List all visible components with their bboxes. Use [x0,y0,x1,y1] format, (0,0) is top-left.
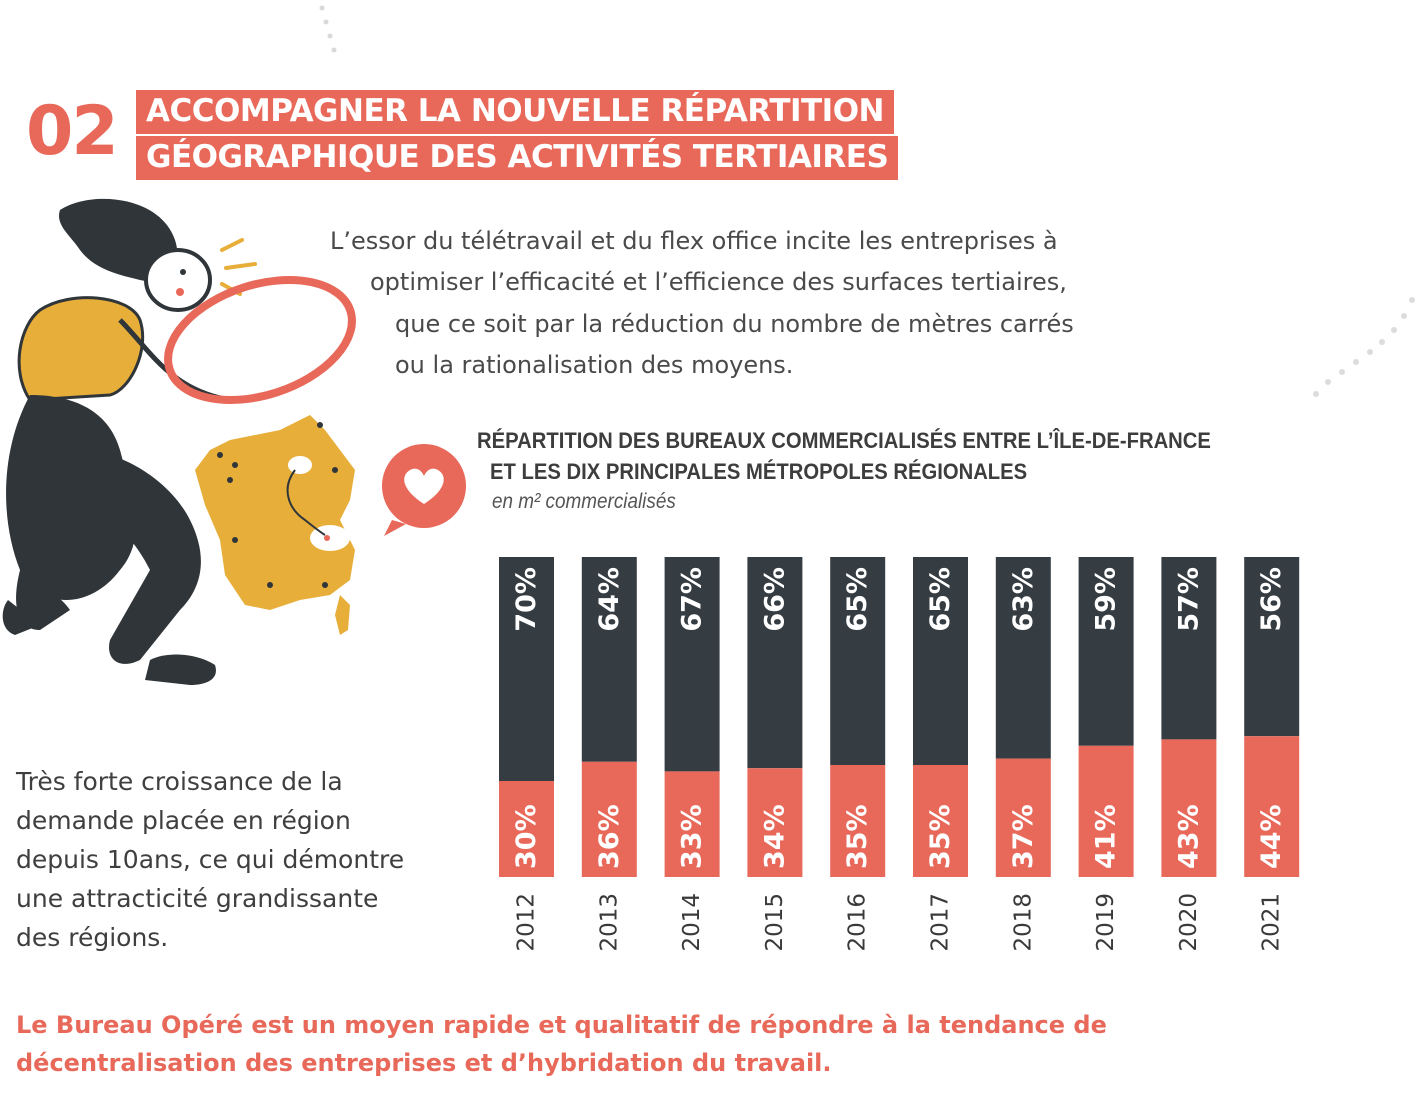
data-label-upper: 66% [759,567,790,632]
data-label-lower: 34% [759,804,790,869]
x-tick-label: 2019 [1093,893,1119,952]
footer-line: Le Bureau Opéré est un moyen rapide et q… [16,1011,1107,1039]
x-tick-label: 2021 [1259,893,1285,952]
data-label-lower: 30% [511,804,542,869]
data-label-lower: 33% [677,804,708,869]
data-label-upper: 65% [925,567,956,632]
data-label-lower: 35% [925,804,956,869]
data-label-lower: 41% [1091,804,1122,869]
side-text-line: Très forte croissance de la [16,767,343,796]
footer-line: décentralisation des entreprises et d’hy… [16,1049,832,1077]
data-label-lower: 44% [1256,804,1287,869]
stacked-bar-chart: 70% 30% 2012 64% 36% 2013 67% 33% 2014 66% 34% 2015… [499,557,1300,952]
x-tick-label: 2018 [1010,893,1036,952]
side-text-line: une attracticité grandissante [16,884,379,913]
x-tick-label: 2016 [845,893,871,952]
x-tick-label: 2017 [928,893,954,952]
data-label-upper: 63% [1008,567,1039,632]
data-label-upper: 59% [1091,567,1122,632]
data-label-upper: 67% [677,567,708,632]
x-tick-label: 2013 [596,893,622,952]
x-tick-label: 2015 [762,893,788,952]
data-label-upper: 56% [1256,567,1287,632]
side-text-line: des régions. [16,923,169,952]
side-text-line: demande placée en région [16,806,351,835]
data-label-lower: 36% [594,804,625,869]
data-label-lower: 43% [1173,804,1204,869]
data-label-upper: 65% [842,567,873,632]
data-label-upper: 57% [1173,567,1204,632]
data-label-upper: 64% [594,567,625,632]
data-label-upper: 70% [511,567,542,632]
side-text-line: depuis 10ans, ce qui démontre [16,845,405,874]
data-label-lower: 35% [842,804,873,869]
x-tick-label: 2014 [679,893,705,952]
x-tick-label: 2012 [514,893,540,952]
data-label-lower: 37% [1008,804,1039,869]
x-tick-label: 2020 [1176,893,1202,952]
